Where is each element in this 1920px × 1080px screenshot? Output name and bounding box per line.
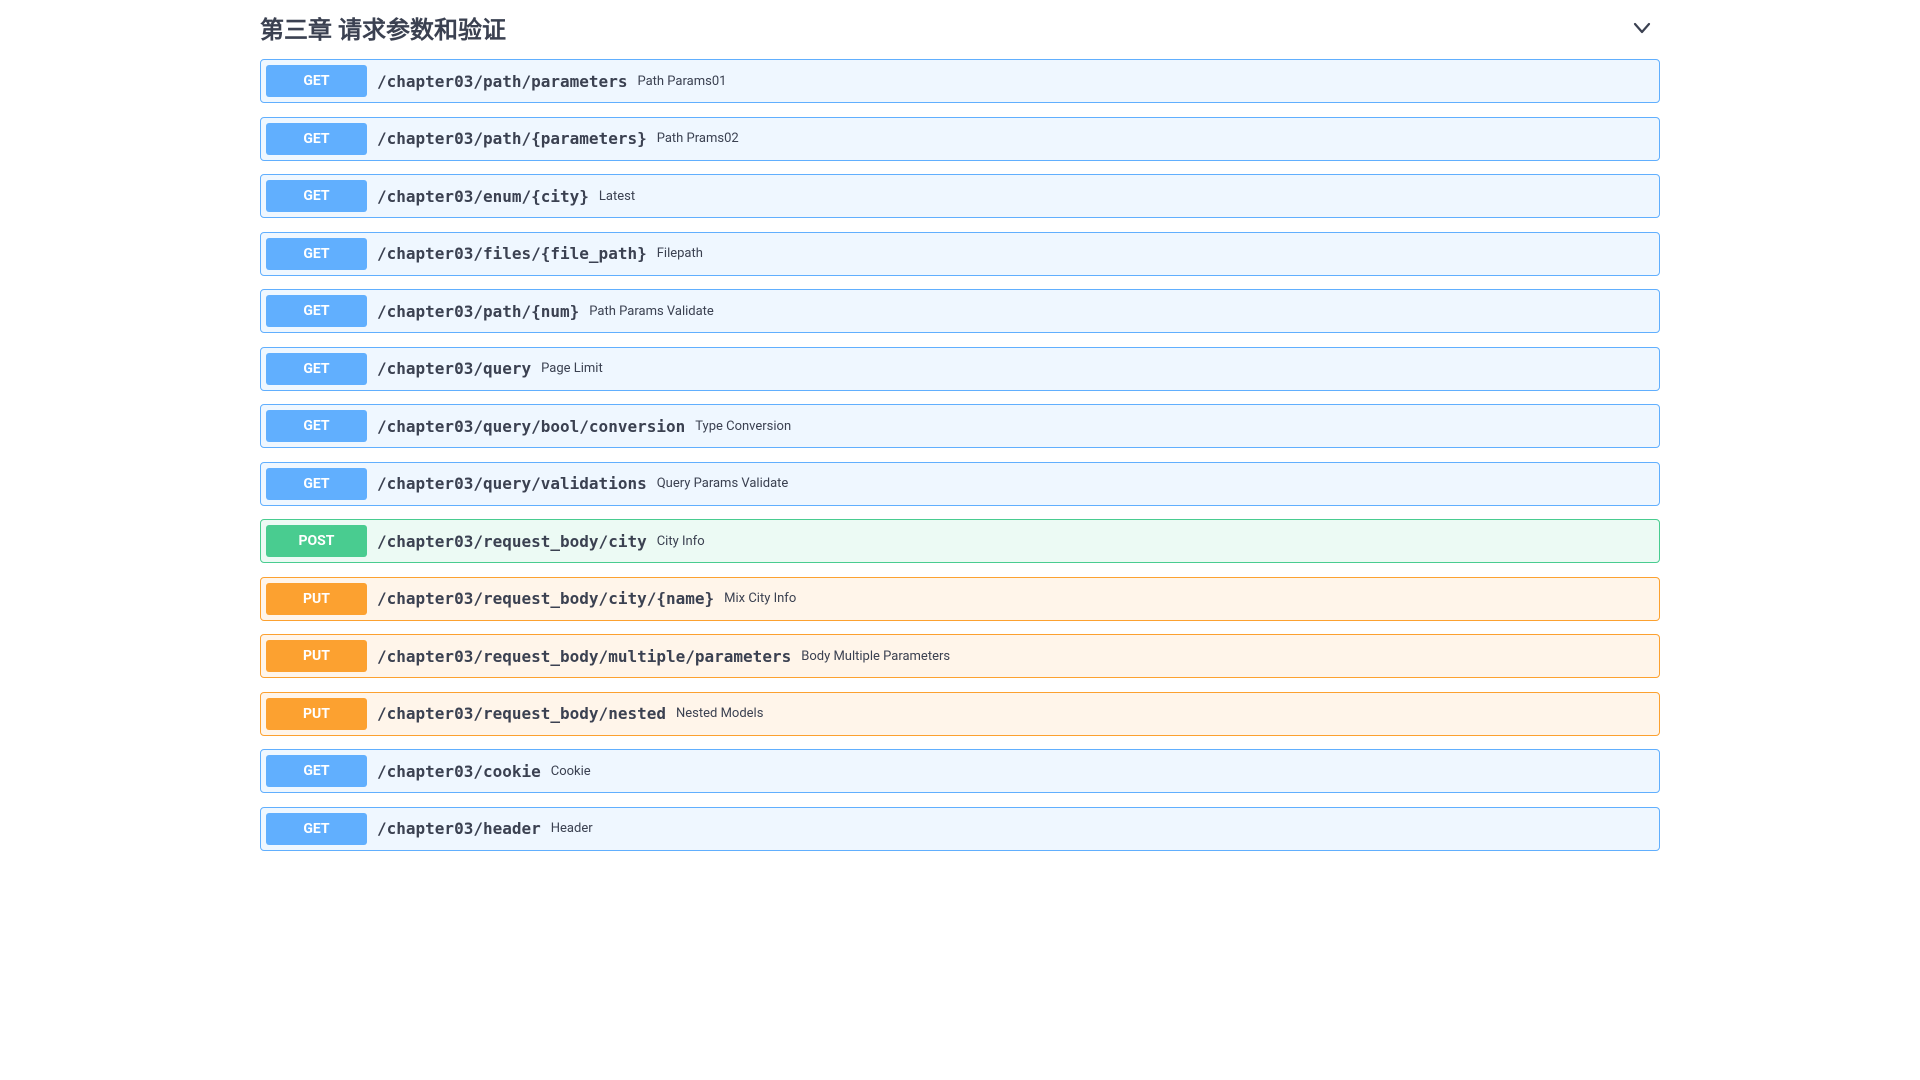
operation-path: /chapter03/query <box>367 359 541 378</box>
method-badge: GET <box>266 123 367 155</box>
operation-row[interactable]: GET/chapter03/queryPage Limit <box>260 347 1660 391</box>
operation-summary[interactable]: GET/chapter03/query/validationsQuery Par… <box>261 463 1659 505</box>
operation-description: Body Multiple Parameters <box>801 649 950 664</box>
operation-description: Header <box>551 821 593 836</box>
method-badge: GET <box>266 180 367 212</box>
method-badge: GET <box>266 410 367 442</box>
chevron-down-icon <box>1632 18 1652 38</box>
operation-summary[interactable]: GET/chapter03/enum/{city}Latest <box>261 175 1659 217</box>
operation-description: Latest <box>599 189 635 204</box>
operation-path: /chapter03/query/bool/conversion <box>367 417 695 436</box>
operation-summary[interactable]: GET/chapter03/path/parametersPath Params… <box>261 60 1659 102</box>
operation-path: /chapter03/header <box>367 819 551 838</box>
operation-summary[interactable]: GET/chapter03/path/{num}Path Params Vali… <box>261 290 1659 332</box>
operation-row[interactable]: GET/chapter03/path/parametersPath Params… <box>260 59 1660 103</box>
operation-list: GET/chapter03/path/parametersPath Params… <box>260 59 1660 851</box>
operation-path: /chapter03/path/{parameters} <box>367 129 657 148</box>
operation-row[interactable]: GET/chapter03/path/{num}Path Params Vali… <box>260 289 1660 333</box>
operation-path: /chapter03/request_body/city <box>367 532 657 551</box>
operation-description: Nested Models <box>676 706 763 721</box>
operation-row[interactable]: POST/chapter03/request_body/cityCity Inf… <box>260 519 1660 563</box>
operation-description: Query Params Validate <box>657 476 789 491</box>
operation-description: Type Conversion <box>695 419 791 434</box>
method-badge: GET <box>266 755 367 787</box>
operation-row[interactable]: GET/chapter03/query/bool/conversionType … <box>260 404 1660 448</box>
method-badge: PUT <box>266 698 367 730</box>
operation-row[interactable]: GET/chapter03/path/{parameters}Path Pram… <box>260 117 1660 161</box>
method-badge: GET <box>266 468 367 500</box>
operation-path: /chapter03/cookie <box>367 762 551 781</box>
operation-row[interactable]: GET/chapter03/headerHeader <box>260 807 1660 851</box>
operation-summary[interactable]: GET/chapter03/headerHeader <box>261 808 1659 850</box>
method-badge: POST <box>266 525 367 557</box>
operation-summary[interactable]: PUT/chapter03/request_body/city/{name}Mi… <box>261 578 1659 620</box>
method-badge: GET <box>266 353 367 385</box>
operation-path: /chapter03/query/validations <box>367 474 657 493</box>
operation-row[interactable]: PUT/chapter03/request_body/nestedNested … <box>260 692 1660 736</box>
operation-description: Mix City Info <box>724 591 796 606</box>
operation-description: Path Params Validate <box>589 304 714 319</box>
section-title: 第三章 请求参数和验证 <box>260 10 506 45</box>
operation-summary[interactable]: PUT/chapter03/request_body/nestedNested … <box>261 693 1659 735</box>
method-badge: PUT <box>266 640 367 672</box>
method-badge: GET <box>266 65 367 97</box>
operation-row[interactable]: GET/chapter03/cookieCookie <box>260 749 1660 793</box>
method-badge: GET <box>266 295 367 327</box>
operation-path: /chapter03/request_body/nested <box>367 704 676 723</box>
operation-row[interactable]: GET/chapter03/query/validationsQuery Par… <box>260 462 1660 506</box>
operation-row[interactable]: GET/chapter03/files/{file_path}Filepath <box>260 232 1660 276</box>
operation-description: Path Params01 <box>637 74 726 89</box>
operation-summary[interactable]: GET/chapter03/files/{file_path}Filepath <box>261 233 1659 275</box>
operation-path: /chapter03/files/{file_path} <box>367 244 657 263</box>
method-badge: PUT <box>266 583 367 615</box>
operation-summary[interactable]: GET/chapter03/query/bool/conversionType … <box>261 405 1659 447</box>
operation-path: /chapter03/request_body/multiple/paramet… <box>367 647 801 666</box>
operation-path: /chapter03/request_body/city/{name} <box>367 589 724 608</box>
operation-description: Cookie <box>551 764 591 779</box>
section-header[interactable]: 第三章 请求参数和验证 <box>260 0 1660 59</box>
operation-row[interactable]: GET/chapter03/enum/{city}Latest <box>260 174 1660 218</box>
operation-summary[interactable]: GET/chapter03/path/{parameters}Path Pram… <box>261 118 1659 160</box>
operation-row[interactable]: PUT/chapter03/request_body/city/{name}Mi… <box>260 577 1660 621</box>
method-badge: GET <box>266 813 367 845</box>
operation-summary[interactable]: PUT/chapter03/request_body/multiple/para… <box>261 635 1659 677</box>
operation-path: /chapter03/path/{num} <box>367 302 589 321</box>
operation-path: /chapter03/path/parameters <box>367 72 637 91</box>
operation-description: Path Prams02 <box>657 131 739 146</box>
operation-description: Page Limit <box>541 361 603 376</box>
operation-summary[interactable]: POST/chapter03/request_body/cityCity Inf… <box>261 520 1659 562</box>
operation-description: City Info <box>657 534 705 549</box>
operation-row[interactable]: PUT/chapter03/request_body/multiple/para… <box>260 634 1660 678</box>
operation-path: /chapter03/enum/{city} <box>367 187 599 206</box>
operation-summary[interactable]: GET/chapter03/queryPage Limit <box>261 348 1659 390</box>
method-badge: GET <box>266 238 367 270</box>
operation-description: Filepath <box>657 246 703 261</box>
operation-summary[interactable]: GET/chapter03/cookieCookie <box>261 750 1659 792</box>
api-docs-page: 第三章 请求参数和验证 GET/chapter03/path/parameter… <box>240 0 1680 894</box>
